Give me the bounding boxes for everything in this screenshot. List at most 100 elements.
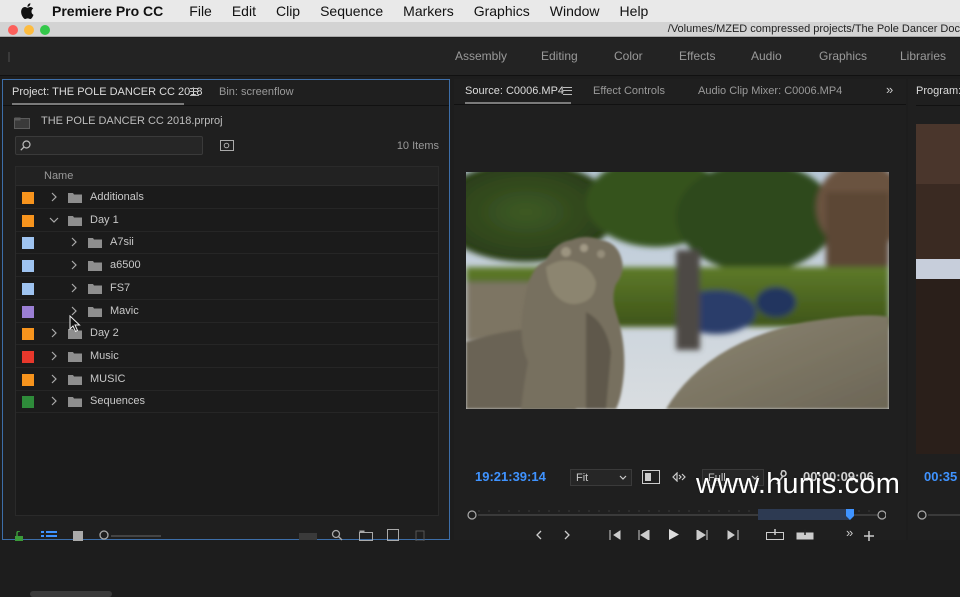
chevron-right-icon[interactable] [49,328,59,338]
chevron-right-icon[interactable] [69,283,79,293]
source-time-ruler[interactable] [466,509,886,521]
tab-project[interactable]: Project: THE POLE DANCER CC 2018 [12,86,203,98]
chevron-right-icon[interactable] [69,306,79,316]
panel-menu-icon[interactable] [563,87,572,95]
zoom-level-select[interactable]: Fit [570,469,632,486]
items-count: 10 Items [396,140,439,152]
go-to-in-icon[interactable] [608,530,622,540]
workspace-libraries[interactable]: Libraries [900,49,946,63]
label-color-swatch[interactable] [22,328,34,341]
label-color-swatch[interactable] [22,237,34,250]
menu-file[interactable]: File [189,3,212,19]
chevron-right-icon[interactable] [49,396,59,406]
close-window-button[interactable] [8,25,18,35]
label-color-swatch[interactable] [22,350,34,363]
chevron-right-icon[interactable] [49,351,59,361]
minimize-window-button[interactable] [24,25,34,35]
insert-icon[interactable] [766,529,784,540]
search-icon [20,140,31,151]
app-name-menu[interactable]: Premiere Pro CC [52,3,163,19]
project-file-icon [14,117,30,129]
program-playhead-timecode[interactable]: 00:35 [924,469,957,484]
label-color-swatch[interactable] [22,305,34,318]
go-to-out-icon[interactable] [726,530,740,540]
mark-in-icon[interactable] [534,530,544,540]
source-tab-row: Source: C0006.MP4 Effect Controls Audio … [454,79,906,105]
tab-bin-screenflow[interactable]: Bin: screenflow [219,86,294,98]
list-item[interactable]: Day 1 [16,210,438,232]
panel-menu-icon[interactable] [190,88,199,96]
label-color-swatch[interactable] [22,214,34,227]
horizontal-scrollbar[interactable] [30,591,112,597]
list-item[interactable]: FS7 [16,278,438,300]
workspace-grip [8,52,10,62]
list-item[interactable]: MUSIC [16,369,438,391]
list-item[interactable]: Additionals [16,187,438,209]
program-time-ruler[interactable] [916,509,960,521]
tab-source[interactable]: Source: C0006.MP4 [465,85,564,97]
list-item[interactable]: Music [16,346,438,368]
apple-icon[interactable] [18,2,36,20]
chevron-down-icon [619,475,627,480]
new-bin-icon[interactable] [359,530,373,541]
drag-audio-only-icon[interactable] [672,472,686,482]
program-video-frame[interactable] [916,124,960,454]
tab-effect-controls[interactable]: Effect Controls [593,85,665,97]
menu-clip[interactable]: Clip [276,3,300,19]
more-buttons-icon[interactable]: » [846,525,853,540]
mark-out-icon[interactable] [562,530,572,540]
zoom-slider[interactable] [99,530,169,541]
workspace-editing[interactable]: Editing [541,49,578,63]
label-color-swatch[interactable] [22,260,34,273]
window-title: /Volumes/MZED compressed projects/The Po… [667,23,960,35]
new-search-bin-icon[interactable] [220,139,234,151]
workspace-color[interactable]: Color [614,49,643,63]
clear-icon[interactable] [415,529,425,541]
menu-window[interactable]: Window [550,3,600,19]
step-back-icon[interactable] [638,530,650,540]
overwrite-icon[interactable] [796,529,814,540]
menu-markers[interactable]: Markers [403,3,454,19]
chevron-right-icon[interactable] [49,192,59,202]
folder-icon [68,397,82,408]
more-panels-icon[interactable]: » [886,82,893,97]
list-item[interactable]: a6500 [16,255,438,278]
menu-sequence[interactable]: Sequence [320,3,383,19]
label-color-swatch[interactable] [22,396,34,409]
menu-graphics[interactable]: Graphics [474,3,530,19]
zoom-window-button[interactable] [40,25,50,35]
new-item-icon[interactable] [387,529,399,541]
column-name-header[interactable]: Name [44,170,73,182]
list-item[interactable]: Sequences [16,391,438,414]
play-icon[interactable] [668,529,680,540]
chevron-right-icon[interactable] [69,237,79,247]
tab-program[interactable]: Program: [916,85,960,97]
drag-video-only-icon[interactable] [642,470,660,484]
list-item[interactable]: A7sii [16,232,438,255]
folder-icon [68,193,82,203]
tab-audio-clip-mixer[interactable]: Audio Clip Mixer: C0006.MP4 [698,85,842,97]
workspace-effects[interactable]: Effects [679,49,715,63]
program-monitor-panel: Program: 00:35 [908,79,960,540]
search-input[interactable] [15,136,203,155]
list-item-label: Sequences [90,395,146,408]
chevron-right-icon[interactable] [69,260,79,270]
source-video-frame[interactable] [466,172,889,409]
chevron-right-icon[interactable] [49,374,59,384]
label-color-swatch[interactable] [22,373,34,386]
label-color-swatch[interactable] [22,192,34,204]
step-forward-icon[interactable] [696,530,708,540]
menu-edit[interactable]: Edit [232,3,256,19]
menu-help[interactable]: Help [620,3,649,19]
label-color-swatch[interactable] [22,282,34,295]
chevron-down-icon[interactable] [49,215,59,225]
project-panel: Project: THE POLE DANCER CC 2018 Bin: sc… [2,79,450,597]
program-tab-divider [916,105,960,106]
workspace-audio[interactable]: Audio [751,49,782,63]
workspace-assembly[interactable]: Assembly [455,49,507,63]
workspace-graphics[interactable]: Graphics [819,49,867,63]
find-icon[interactable] [331,529,343,541]
list-item-label: Day 1 [90,213,119,226]
folder-icon [68,215,82,226]
source-playhead-timecode[interactable]: 19:21:39:14 [475,469,546,484]
